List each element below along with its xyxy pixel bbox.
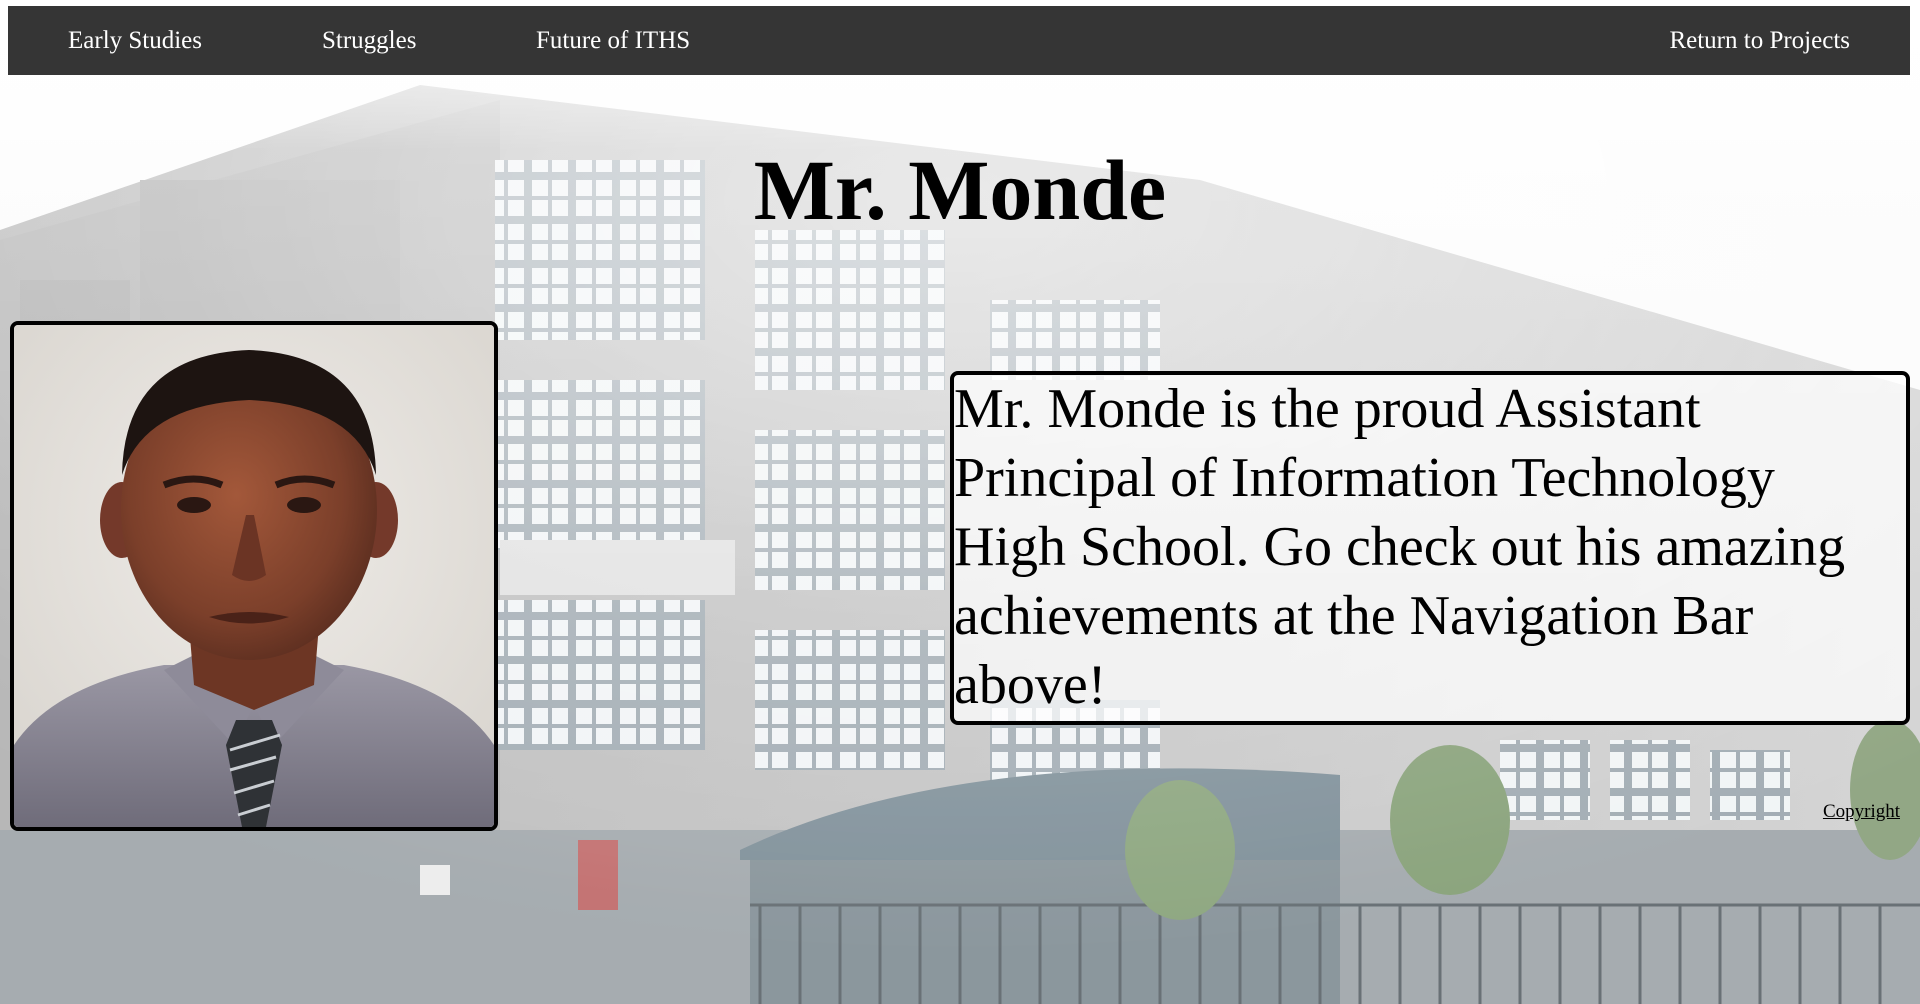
copyright-link[interactable]: Copyright bbox=[1823, 801, 1900, 823]
description-box: Mr. Monde is the proud Assistant Princip… bbox=[950, 371, 1910, 725]
page-title: Mr. Monde bbox=[753, 142, 1167, 238]
portrait-image bbox=[14, 325, 494, 827]
nav-link-early-studies[interactable]: Early Studies bbox=[68, 6, 202, 75]
nav-link-return-to-projects[interactable]: Return to Projects bbox=[1669, 6, 1850, 75]
navigation-bar: Early Studies Struggles Future of ITHS R… bbox=[8, 6, 1910, 75]
nav-link-future-of-iths[interactable]: Future of ITHS bbox=[536, 6, 690, 75]
portrait-photo bbox=[10, 321, 498, 831]
nav-link-struggles[interactable]: Struggles bbox=[322, 6, 416, 75]
description-text: Mr. Monde is the proud Assistant Princip… bbox=[954, 378, 1846, 716]
page: Early Studies Struggles Future of ITHS R… bbox=[0, 0, 1920, 1004]
